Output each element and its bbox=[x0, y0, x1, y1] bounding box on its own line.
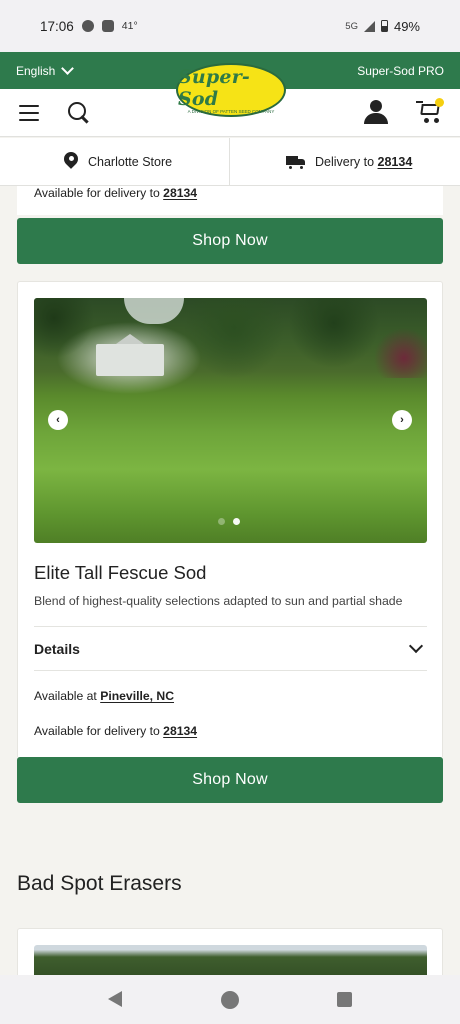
product-description: Blend of highest-quality selections adap… bbox=[34, 594, 403, 608]
delivery-truck-icon bbox=[286, 155, 306, 170]
account-icon[interactable] bbox=[364, 100, 388, 124]
search-icon[interactable] bbox=[68, 102, 90, 124]
shop-now-button[interactable]: Shop Now bbox=[17, 218, 443, 264]
delivery-label: Delivery to 28134 bbox=[315, 155, 413, 169]
signal-icon bbox=[363, 20, 375, 32]
delivery-zip-link[interactable]: 28134 bbox=[163, 724, 197, 738]
logo-text: Super-Sod bbox=[178, 66, 251, 110]
store-label: Charlotte Store bbox=[88, 155, 173, 169]
details-accordion[interactable]: Details bbox=[34, 626, 427, 671]
recents-icon[interactable] bbox=[337, 992, 352, 1007]
network-type: 5G bbox=[345, 20, 358, 32]
delivery-zip-link[interactable]: 28134 bbox=[163, 186, 197, 200]
battery-icon bbox=[380, 20, 388, 32]
store-availability: Available at Pineville, NC bbox=[34, 689, 175, 703]
carousel-dot-2-active[interactable] bbox=[233, 518, 240, 525]
product-card: ‹ › Elite Tall Fescue Sod Blend of highe… bbox=[17, 281, 443, 757]
section-title: Bad Spot Erasers bbox=[17, 872, 182, 895]
delivery-zip: 28134 bbox=[377, 155, 413, 169]
menu-icon[interactable] bbox=[19, 105, 39, 121]
carousel-prev-arrow-icon[interactable]: ‹ bbox=[48, 410, 68, 430]
system-navigation-bar bbox=[0, 975, 460, 1024]
language-label: English bbox=[16, 63, 56, 78]
carousel-next-arrow-icon[interactable]: › bbox=[392, 410, 412, 430]
delivery-selector[interactable]: Delivery to 28134 bbox=[231, 138, 460, 186]
carousel-dot-1[interactable] bbox=[218, 518, 225, 525]
logo-tagline: A DIVISION OF PATTEN SEED COMPANY bbox=[187, 109, 275, 114]
battery-percent: 49% bbox=[393, 18, 420, 34]
product-image-carousel[interactable]: ‹ › bbox=[34, 298, 427, 543]
pro-link[interactable]: Super-Sod PRO bbox=[357, 64, 444, 78]
back-icon[interactable] bbox=[108, 991, 122, 1007]
store-bar: Charlotte Store Delivery to 28134 bbox=[0, 138, 460, 186]
previous-product-card: Available for delivery to 28134 bbox=[17, 186, 443, 215]
product-image[interactable] bbox=[34, 945, 427, 978]
cart-icon[interactable] bbox=[416, 98, 444, 125]
carousel-dots bbox=[218, 518, 240, 525]
app-notification-icon bbox=[101, 20, 114, 32]
chevron-down-icon bbox=[408, 638, 424, 653]
store-location-link[interactable]: Pineville, NC bbox=[100, 689, 174, 703]
delivery-availability: Available for delivery to 28134 bbox=[34, 186, 198, 200]
status-time: 17:06 bbox=[40, 18, 74, 34]
chevron-down-icon bbox=[61, 61, 75, 75]
home-icon[interactable] bbox=[221, 991, 239, 1009]
details-label: Details bbox=[34, 640, 80, 657]
cart-badge bbox=[435, 98, 444, 107]
shop-now-button[interactable]: Shop Now bbox=[17, 757, 443, 803]
product-card bbox=[17, 928, 443, 978]
delivery-availability: Available for delivery to 28134 bbox=[34, 724, 198, 738]
chat-notification-icon bbox=[81, 20, 94, 32]
store-selector[interactable]: Charlotte Store bbox=[0, 138, 230, 186]
super-sod-logo[interactable]: Super-Sod A DIVISION OF PATTEN SEED COMP… bbox=[176, 63, 286, 117]
language-selector[interactable]: English bbox=[16, 61, 75, 78]
status-bar: 17:06 41° 5G 49% bbox=[0, 0, 460, 52]
location-pin-icon bbox=[64, 152, 78, 172]
product-title: Elite Tall Fescue Sod bbox=[34, 562, 207, 583]
status-temperature: 41° bbox=[121, 20, 138, 32]
